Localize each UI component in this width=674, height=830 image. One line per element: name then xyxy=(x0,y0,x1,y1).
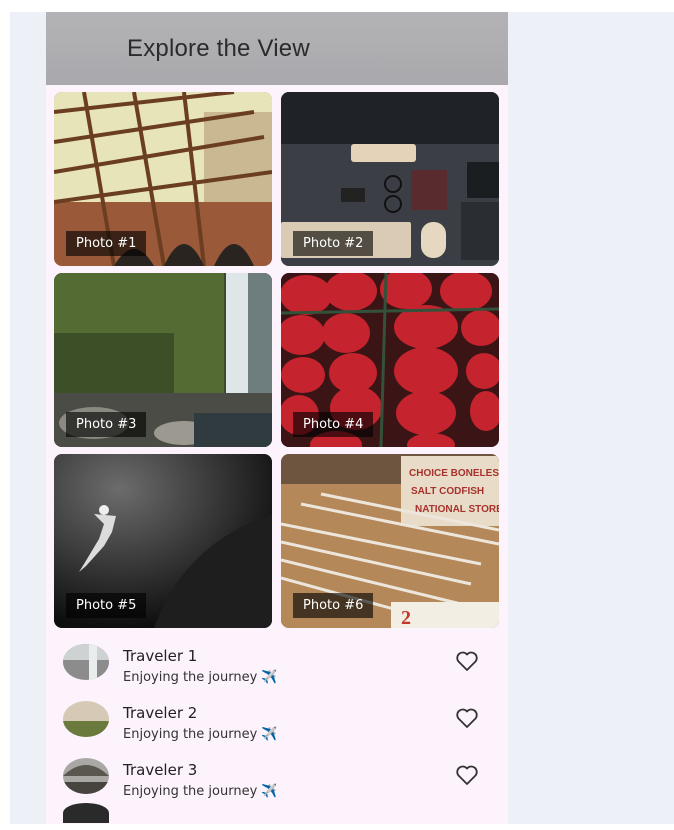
photo-tile-3[interactable]: Photo #3 xyxy=(54,273,272,447)
traveler-name: Traveler 1 xyxy=(123,647,198,665)
phone-screen: Explore the View Photo #1 Photo #2 Photo… xyxy=(46,12,508,824)
photo-tile-6[interactable]: CHOICE BONELESS SALT CODFISH NATIONAL ST… xyxy=(281,454,499,628)
traveler-status: Enjoying the journey ✈️ xyxy=(123,784,278,799)
airplane-icon: ✈️ xyxy=(261,784,278,799)
photo-grid: Photo #1 Photo #2 Photo #3 Photo #4 Phot… xyxy=(54,92,499,628)
airplane-icon: ✈️ xyxy=(261,670,278,685)
traveler-name: Traveler 3 xyxy=(123,761,198,779)
heart-outline-icon[interactable] xyxy=(455,650,479,672)
list-item[interactable]: Traveler 3 Enjoying the journey ✈️ xyxy=(46,754,508,811)
photo-tile-5[interactable]: Photo #5 xyxy=(54,454,272,628)
avatar xyxy=(63,803,109,823)
avatar xyxy=(63,701,109,737)
traveler-status: Enjoying the journey ✈️ xyxy=(123,670,278,685)
list-item[interactable]: Traveler 2 Enjoying the journey ✈️ xyxy=(46,697,508,754)
avatar xyxy=(63,758,109,794)
svg-text:SALT CODFISH: SALT CODFISH xyxy=(411,486,484,497)
photo-tile-1[interactable]: Photo #1 xyxy=(54,92,272,266)
photo-tile-4[interactable]: Photo #4 xyxy=(281,273,499,447)
photo-caption: Photo #2 xyxy=(293,231,374,256)
list-item[interactable]: Traveler 1 Enjoying the journey ✈️ xyxy=(46,640,508,697)
photo-caption: Photo #5 xyxy=(66,593,147,618)
page-title: Explore the View xyxy=(127,34,310,62)
heart-outline-icon[interactable] xyxy=(455,764,479,786)
svg-text:2: 2 xyxy=(401,607,411,628)
svg-text:CHOICE BONELESS: CHOICE BONELESS xyxy=(409,468,499,479)
app-bar: Explore the View xyxy=(46,12,508,85)
photo-caption: Photo #6 xyxy=(293,593,374,618)
avatar xyxy=(63,644,109,680)
photo-tile-2[interactable]: Photo #2 xyxy=(281,92,499,266)
photo-caption: Photo #3 xyxy=(66,412,147,437)
photo-caption: Photo #4 xyxy=(293,412,374,437)
airplane-icon: ✈️ xyxy=(261,727,278,742)
traveler-list: Traveler 1 Enjoying the journey ✈️ Trave… xyxy=(46,640,508,811)
svg-text:NATIONAL STORES: NATIONAL STORES xyxy=(415,504,499,515)
photo-caption: Photo #1 xyxy=(66,231,147,256)
heart-outline-icon[interactable] xyxy=(455,707,479,729)
traveler-status: Enjoying the journey ✈️ xyxy=(123,727,278,742)
traveler-name: Traveler 2 xyxy=(123,704,198,722)
